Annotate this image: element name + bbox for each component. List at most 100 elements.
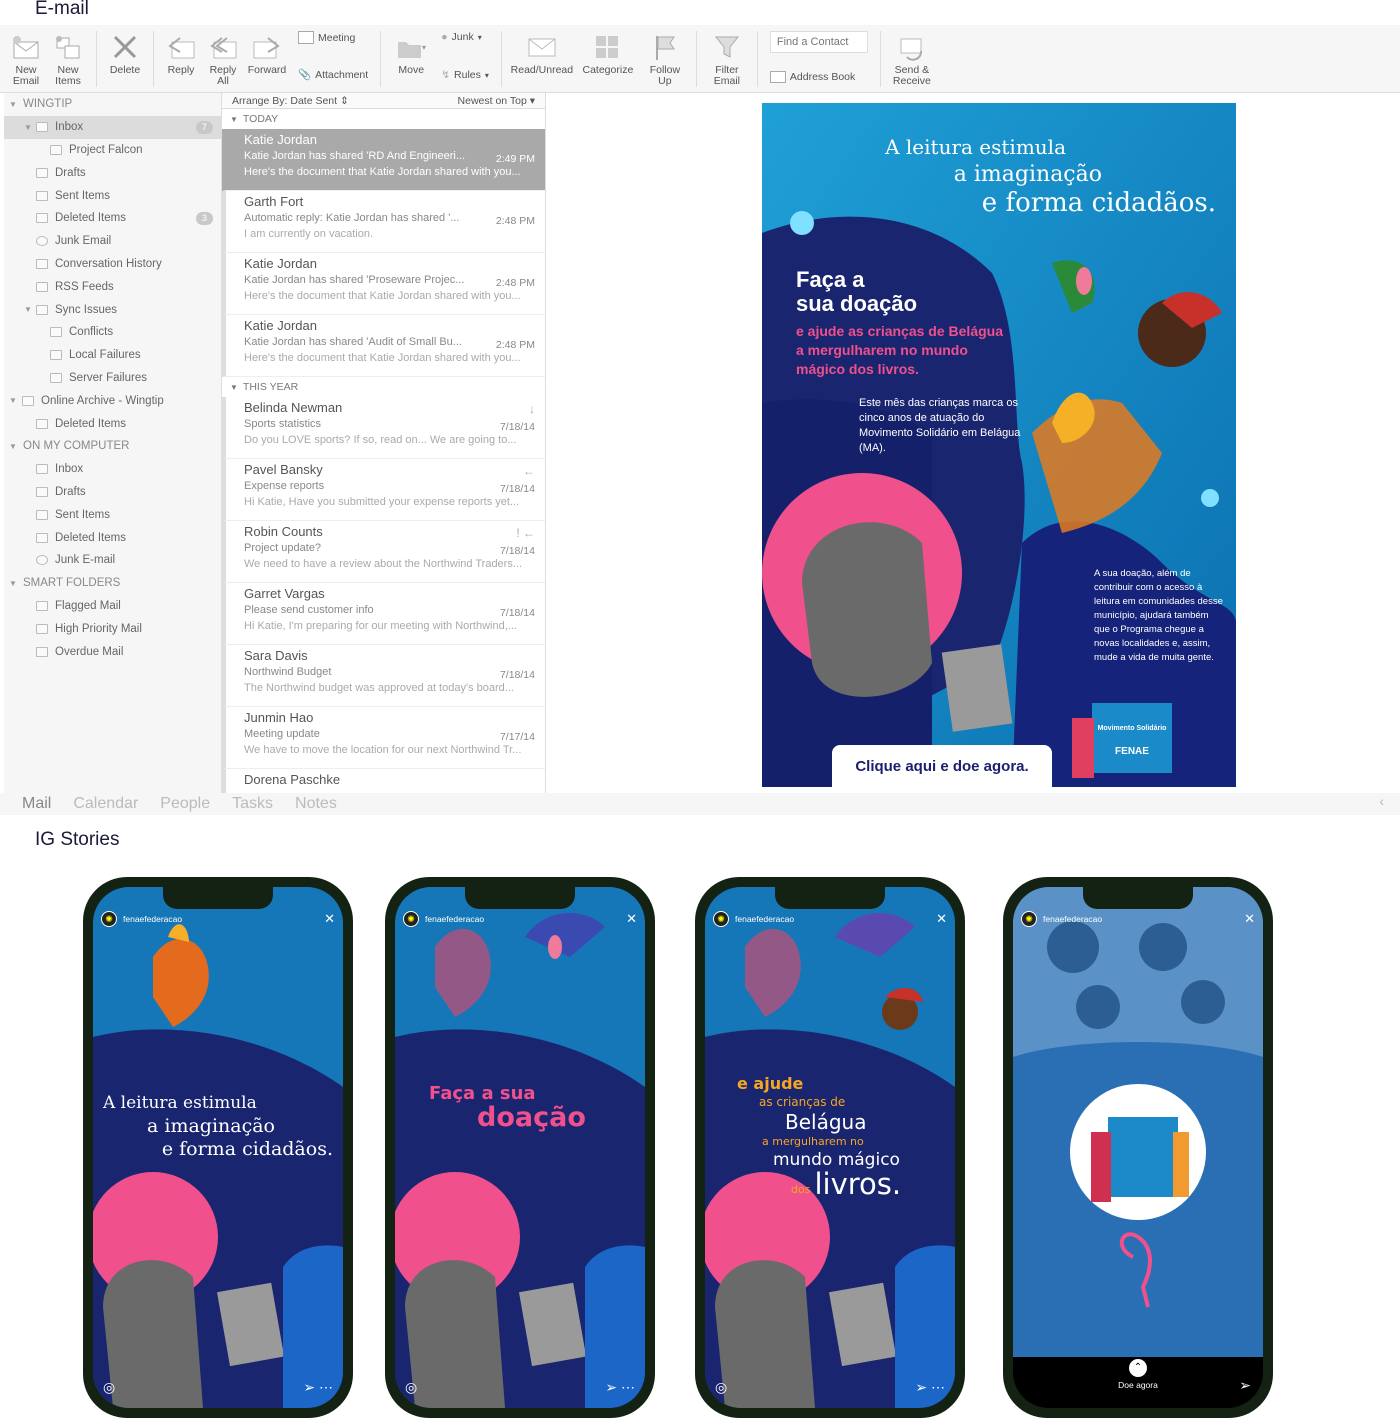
triangle-down-icon: ▼ — [230, 382, 238, 392]
folder-archive-deleted[interactable]: Deleted Items — [4, 412, 221, 435]
more-icon[interactable]: ⋯ — [621, 1379, 635, 1395]
more-icon[interactable]: ⋯ — [931, 1379, 945, 1395]
chevron-up-icon: ⌃ — [1129, 1359, 1147, 1377]
rules-button[interactable]: ↯ Rules ▾ — [441, 69, 489, 81]
instagram-icon[interactable]: ◎ — [103, 1379, 115, 1396]
account-name[interactable]: fenaefederacao — [1043, 914, 1102, 924]
send-receive-button[interactable]: Send & Receive — [889, 31, 935, 87]
account-avatar[interactable]: ✺ — [713, 911, 729, 927]
read-unread-button[interactable]: Read/Unread — [510, 31, 574, 76]
folder-junk[interactable]: Junk Email — [4, 230, 221, 253]
folder-icon — [50, 144, 62, 155]
account-wingtip[interactable]: ▼ WINGTIP — [4, 93, 221, 116]
reply-all-icon — [207, 31, 239, 63]
address-book-button[interactable]: Address Book — [769, 71, 868, 83]
folder-overdue[interactable]: Overdue Mail — [4, 640, 221, 663]
tab-tasks[interactable]: Tasks — [232, 795, 273, 813]
account-name[interactable]: fenaefederacao — [425, 914, 484, 924]
instagram-icon[interactable]: ◎ — [405, 1379, 417, 1396]
new-email-button[interactable]: New Email — [8, 31, 44, 87]
reply-all-button[interactable]: Reply All — [204, 31, 242, 87]
instagram-icon[interactable]: ◎ — [715, 1379, 727, 1396]
folder-conflicts[interactable]: Conflicts — [4, 321, 221, 344]
forward-button[interactable]: Forward — [246, 31, 288, 76]
send-icon[interactable]: ➢ — [1239, 1377, 1251, 1394]
folder-icon — [36, 464, 48, 475]
attachment-button[interactable]: 📎 Attachment — [298, 68, 368, 82]
folder-conversation-history[interactable]: Conversation History — [4, 253, 221, 276]
message-item[interactable]: Katie Jordan Katie Jordan has shared 'RD … — [222, 129, 545, 191]
close-icon[interactable]: ✕ — [1244, 911, 1255, 927]
find-contact-input[interactable] — [769, 31, 868, 53]
message-item[interactable]: Robin Counts Project update? We need to ha… — [222, 521, 545, 583]
move-button[interactable]: ▾ Move — [389, 31, 433, 76]
swipe-up-cta[interactable]: ⌃ Doe agora — [1108, 1359, 1168, 1390]
meeting-button[interactable]: Meeting — [298, 31, 368, 44]
reply-button[interactable]: Reply — [162, 31, 200, 76]
account-avatar[interactable]: ✺ — [1021, 911, 1037, 927]
folder-sync-issues[interactable]: ▼ Sync Issues — [4, 298, 221, 321]
account-avatar[interactable]: ✺ — [101, 911, 117, 927]
folder-local-drafts[interactable]: Drafts — [4, 481, 221, 504]
send-icon[interactable]: ➢ — [915, 1379, 927, 1395]
tab-people[interactable]: People — [160, 795, 210, 813]
unread-badge: 7 — [195, 120, 213, 134]
follow-up-button[interactable]: Follow Up — [642, 31, 688, 87]
group-header-today[interactable]: ▼ TODAY — [222, 109, 545, 129]
folder-rss[interactable]: RSS Feeds — [4, 275, 221, 298]
folder-inbox[interactable]: ▼ Inbox 7 — [4, 115, 221, 139]
new-items-button[interactable]: New Items — [48, 31, 88, 87]
sort-order-dropdown[interactable]: Newest on Top ▾ — [458, 95, 535, 107]
tab-notes[interactable]: Notes — [295, 795, 337, 813]
close-icon[interactable]: ✕ — [626, 911, 637, 927]
message-item[interactable]: Junmin Hao Meeting update We have to move … — [222, 707, 545, 769]
folder-icon — [36, 486, 48, 497]
message-item[interactable]: Katie Jordan Katie Jordan has shared 'Pro… — [222, 253, 545, 315]
tab-mail[interactable]: Mail — [22, 795, 51, 813]
send-icon[interactable]: ➢ — [303, 1379, 315, 1395]
folder-local-failures[interactable]: Local Failures — [4, 344, 221, 367]
group-header-this-year[interactable]: ▼ THIS YEAR — [222, 377, 545, 397]
filter-email-button[interactable]: Filter Email — [705, 31, 749, 87]
folder-local-junk[interactable]: Junk E-mail — [4, 549, 221, 572]
categorize-button[interactable]: Categorize — [578, 31, 638, 76]
more-icon[interactable]: ⋯ — [319, 1379, 333, 1395]
triangle-down-icon: ▼ — [230, 114, 238, 124]
junk-button[interactable]: ● Junk ▾ — [441, 31, 489, 43]
account-name[interactable]: fenaefederacao — [123, 914, 182, 924]
delete-button[interactable]: Delete — [105, 31, 145, 76]
message-item[interactable]: Garret Vargas Please send customer info Hi… — [222, 583, 545, 645]
message-item[interactable]: Garth Fort Automatic reply: Katie Jordan … — [222, 191, 545, 253]
message-item[interactable]: Katie Jordan Katie Jordan has shared 'Aud… — [222, 315, 545, 377]
account-name[interactable]: fenaefederacao — [735, 914, 794, 924]
account-avatar[interactable]: ✺ — [403, 911, 419, 927]
folder-local-inbox[interactable]: Inbox — [4, 458, 221, 481]
message-item[interactable]: Belinda Newman Sports statistics Do you LO… — [222, 397, 545, 459]
message-item[interactable]: Dorena Paschke — [222, 769, 545, 793]
folder-flagged[interactable]: Flagged Mail — [4, 595, 221, 618]
triangle-down-icon: ▼ — [9, 99, 17, 109]
send-icon[interactable]: ➢ — [605, 1379, 617, 1395]
folder-local-sent[interactable]: Sent Items — [4, 503, 221, 526]
close-icon[interactable]: ✕ — [936, 911, 947, 927]
folder-local-deleted[interactable]: Deleted Items — [4, 526, 221, 549]
message-item[interactable]: Pavel Bansky Expense reports Hi Katie, Hav… — [222, 459, 545, 521]
module-tabs: Mail Calendar People Tasks Notes ‹ — [0, 793, 1400, 815]
close-icon[interactable]: ✕ — [324, 911, 335, 927]
smart-folder-icon — [36, 600, 48, 611]
poster-donate-button[interactable]: Clique aqui e doe agora. — [832, 745, 1052, 787]
folder-project-falcon[interactable]: Project Falcon — [4, 139, 221, 162]
folder-server-failures[interactable]: Server Failures — [4, 367, 221, 390]
folder-sent[interactable]: Sent Items — [4, 184, 221, 207]
smart-folders-header[interactable]: ▼ SMART FOLDERS — [4, 572, 221, 595]
story-3-line1: e ajude — [737, 1074, 804, 1093]
tab-calendar[interactable]: Calendar — [73, 795, 138, 813]
account-on-my-computer[interactable]: ▼ ON MY COMPUTER — [4, 435, 221, 458]
folder-high-priority[interactable]: High Priority Mail — [4, 617, 221, 640]
arrange-by-dropdown[interactable]: Arrange By: Date Sent ⇕ — [232, 95, 349, 107]
collapse-chevron-icon[interactable]: ‹ — [1379, 793, 1384, 809]
folder-drafts[interactable]: Drafts — [4, 161, 221, 184]
message-item[interactable]: Sara Davis Northwind Budget The Northwind … — [222, 645, 545, 707]
folder-deleted[interactable]: Deleted Items 3 — [4, 207, 221, 230]
account-online-archive[interactable]: ▼ Online Archive - Wingtip — [4, 389, 221, 412]
